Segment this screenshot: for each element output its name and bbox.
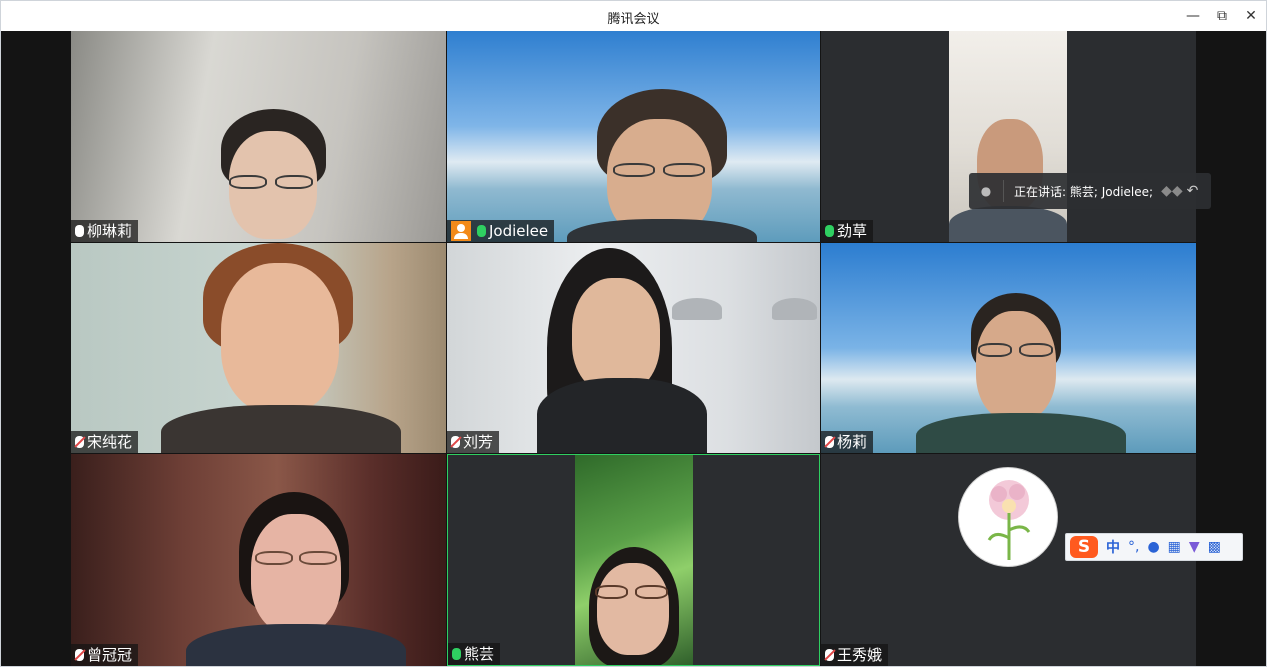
mic-muted-icon	[825, 436, 834, 448]
ime-punctuation-toggle[interactable]: °,	[1128, 539, 1139, 555]
mic-muted-icon	[75, 436, 84, 448]
ime-toolbar[interactable]: S 中 °, ● ▦ ▼ ▩	[1065, 533, 1243, 561]
meeting-window: 腾讯会议 — ⧉ ✕ 柳琳莉 Jodielee 劲草 宋纯花 刘芳 杨莉 曾冠冠…	[0, 0, 1267, 667]
video-feed	[71, 454, 446, 666]
participant-name-tag: 熊芸	[448, 643, 501, 665]
participant-name: 王秀娥	[837, 646, 883, 664]
participant-name-tag: 王秀娥	[821, 644, 889, 666]
participant-name-tag: 劲草	[821, 220, 874, 242]
keyboard-icon[interactable]: ▦	[1168, 539, 1181, 555]
apps-icon[interactable]: ▩	[1208, 539, 1221, 555]
mic-muted-icon	[75, 649, 84, 661]
mic-active-icon	[477, 225, 486, 237]
participant-avatar	[958, 467, 1058, 567]
participant-name: 杨莉	[837, 433, 868, 451]
participant-name: 劲草	[837, 222, 868, 240]
collapse-arrow-icon[interactable]: ◆◆	[1161, 183, 1183, 199]
participant-name: Jodielee	[489, 222, 549, 240]
participant-name: 熊芸	[464, 645, 495, 663]
mic-active-icon	[825, 225, 834, 237]
participant-name-tag: 曾冠冠	[71, 644, 139, 666]
video-feed	[447, 31, 820, 242]
video-feed	[949, 31, 1067, 242]
video-tile-4[interactable]: 宋纯花	[71, 243, 446, 453]
minimize-button[interactable]: —	[1182, 5, 1204, 27]
skin-icon[interactable]: ▼	[1189, 539, 1200, 555]
host-icon	[451, 221, 471, 241]
speaking-indicator: ● 正在讲话: 熊芸; Jodielee; ◆◆ ↶	[969, 173, 1211, 209]
participant-name-tag: 柳琳莉	[71, 220, 139, 242]
mic-muted-icon	[825, 649, 834, 661]
divider	[1003, 180, 1004, 202]
mic-icon	[75, 225, 84, 237]
ime-mode-toggle[interactable]: 中	[1106, 537, 1120, 557]
speaking-text: 正在讲话: 熊芸; Jodielee;	[1014, 184, 1154, 199]
video-tile-5[interactable]: 刘芳	[447, 243, 820, 453]
close-button[interactable]: ✕	[1240, 5, 1262, 27]
video-feed	[821, 243, 1196, 453]
mic-muted-icon	[451, 436, 460, 448]
participant-name: 柳琳莉	[87, 222, 133, 240]
participant-name-tag: Jodielee	[447, 220, 555, 242]
participant-name-tag: 刘芳	[447, 431, 500, 453]
video-tile-7[interactable]: 曾冠冠	[71, 454, 446, 666]
participant-name-tag: 杨莉	[821, 431, 874, 453]
video-feed	[71, 243, 446, 453]
video-tile-1[interactable]: 柳琳莉	[71, 31, 446, 242]
mic-icon: ●	[980, 184, 992, 198]
mic-icon[interactable]: ●	[1147, 539, 1159, 555]
flower-avatar-icon	[987, 480, 1031, 560]
video-tile-6[interactable]: 杨莉	[821, 243, 1196, 453]
title-bar: 腾讯会议 — ⧉ ✕	[1, 1, 1266, 31]
video-feed	[71, 31, 446, 242]
back-arrow-icon[interactable]: ↶	[1187, 183, 1199, 199]
video-feed	[575, 455, 693, 665]
video-grid: 柳琳莉 Jodielee 劲草 宋纯花 刘芳 杨莉 曾冠冠 熊芸 王秀娥	[1, 31, 1266, 666]
video-tile-8-active-speaker[interactable]: 熊芸	[447, 454, 820, 666]
participant-name-tag: 宋纯花	[71, 431, 139, 453]
participant-name: 曾冠冠	[87, 646, 133, 664]
video-tile-3[interactable]: 劲草	[821, 31, 1196, 242]
window-title: 腾讯会议	[607, 12, 660, 27]
mic-active-icon	[452, 648, 461, 660]
participant-name: 刘芳	[463, 433, 494, 451]
video-feed	[447, 243, 820, 453]
participant-name: 宋纯花	[87, 433, 133, 451]
restore-button[interactable]: ⧉	[1211, 5, 1233, 27]
video-tile-2[interactable]: Jodielee	[447, 31, 820, 242]
ime-logo[interactable]: S	[1070, 536, 1098, 558]
